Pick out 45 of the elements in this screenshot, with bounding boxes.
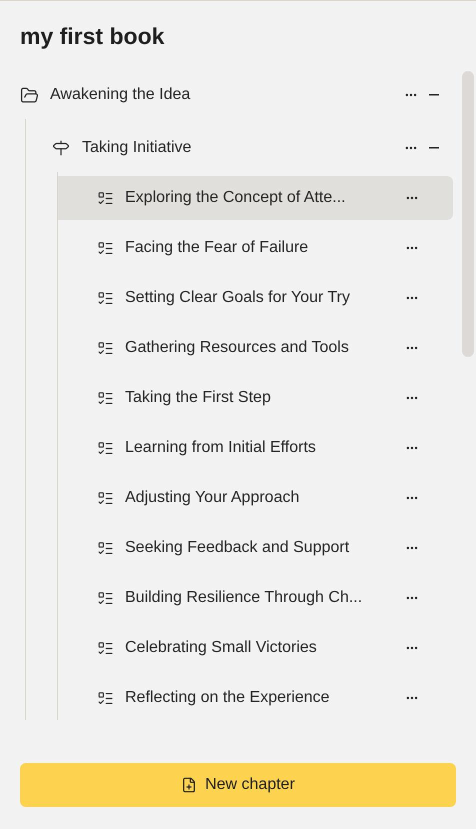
section-item[interactable]: Building Resilience Through Ch... <box>58 576 453 620</box>
checklist-icon <box>97 690 114 706</box>
section-title: Celebrating Small Victories <box>125 638 317 658</box>
part-item[interactable]: Awakening the Idea <box>20 71 453 119</box>
checklist-icon <box>97 390 114 406</box>
section-item[interactable]: Adjusting Your Approach <box>58 476 453 520</box>
scrollbar-thumb[interactable] <box>462 71 474 357</box>
checklist-icon <box>97 340 114 356</box>
checklist-icon <box>97 240 114 256</box>
section-title: Setting Clear Goals for Your Try <box>125 288 350 308</box>
section-title: Taking the First Step <box>125 388 271 408</box>
section-item[interactable]: Celebrating Small Victories <box>58 626 453 670</box>
signpost-icon <box>52 139 70 157</box>
section-title: Seeking Feedback and Support <box>125 538 350 558</box>
chapter-title: Taking Initiative <box>82 138 192 158</box>
checklist-icon <box>97 290 114 306</box>
checklist-icon <box>97 640 114 656</box>
section-item[interactable]: Reflecting on the Experience <box>58 676 453 720</box>
part-title: Awakening the Idea <box>50 85 190 105</box>
section-item[interactable]: Gathering Resources and Tools <box>58 326 453 370</box>
section-item[interactable]: Seeking Feedback and Support <box>58 526 453 570</box>
checklist-icon <box>97 440 114 456</box>
minus-icon <box>429 147 439 149</box>
checklist-icon <box>97 540 114 556</box>
minus-icon <box>429 94 439 96</box>
checklist-icon <box>97 490 114 506</box>
section-title: Facing the Fear of Failure <box>125 238 308 258</box>
section-title: Exploring the Concept of Atte... <box>125 188 346 208</box>
section-item[interactable]: Taking the First Step <box>58 376 453 420</box>
book-title: my first book <box>20 22 166 51</box>
section-title: Gathering Resources and Tools <box>125 338 349 358</box>
section-title: Reflecting on the Experience <box>125 688 330 708</box>
checklist-icon <box>97 190 114 206</box>
section-item[interactable]: Exploring the Concept of Atte... <box>58 176 453 220</box>
section-title: Learning from Initial Efforts <box>125 438 316 458</box>
section-item[interactable]: Setting Clear Goals for Your Try <box>58 276 453 320</box>
new-chapter-button[interactable]: New chapter <box>20 763 456 807</box>
section-title: Building Resilience Through Ch... <box>125 588 362 608</box>
chapter-item[interactable]: Taking Initiative <box>26 124 453 172</box>
section-item[interactable]: Facing the Fear of Failure <box>58 226 453 270</box>
section-item[interactable]: Learning from Initial Efforts <box>58 426 453 470</box>
folder-icon <box>20 86 39 104</box>
checklist-icon <box>97 590 114 606</box>
file-plus-icon <box>181 777 198 793</box>
section-title: Adjusting Your Approach <box>125 488 300 508</box>
